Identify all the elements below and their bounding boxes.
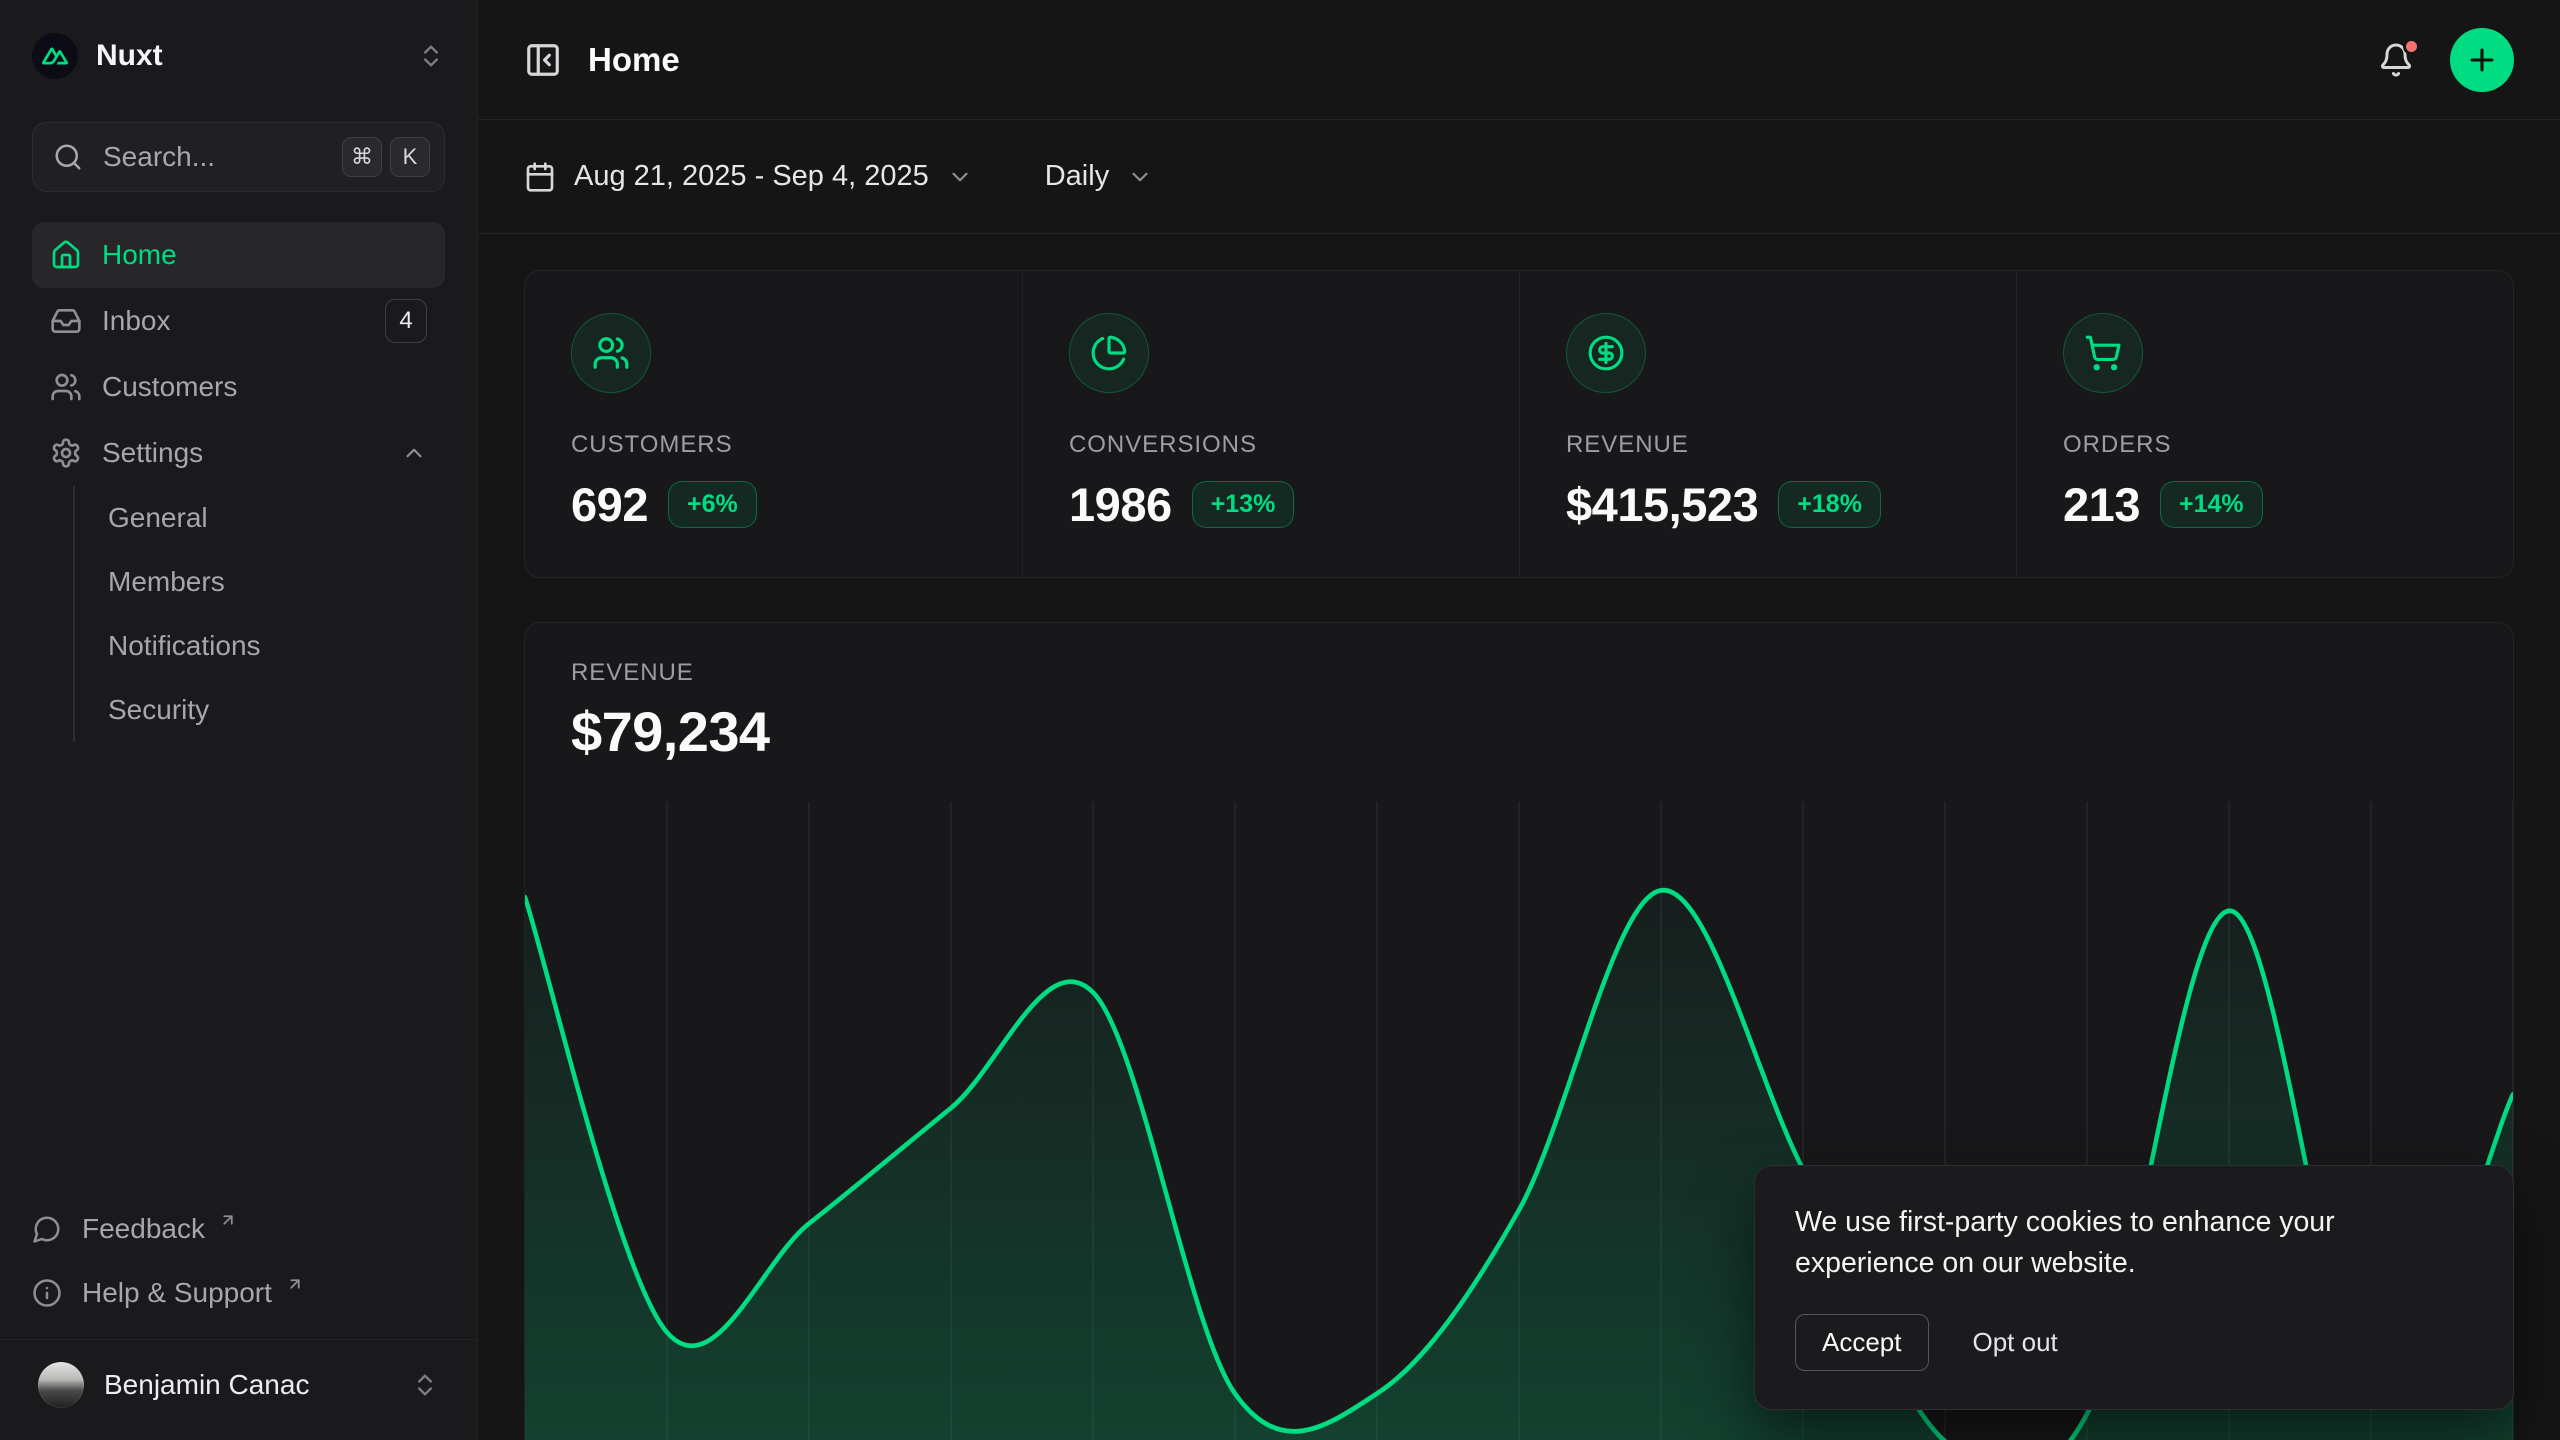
inbox-icon <box>50 305 82 337</box>
stat-card-conversions[interactable]: CONVERSIONS 1986 +13% <box>1022 271 1519 577</box>
granularity-value: Daily <box>1045 160 1109 193</box>
stats-row: CUSTOMERS 692 +6% CONVERSIONS 1986 +13% <box>524 270 2514 578</box>
stat-value: 213 <box>2063 477 2140 532</box>
users-icon <box>571 313 651 393</box>
sidebar-item-members[interactable]: Members <box>75 550 445 614</box>
chevrons-up-down-icon <box>417 42 445 70</box>
inbox-count-badge: 4 <box>385 299 427 343</box>
sidebar-item-inbox[interactable]: Inbox 4 <box>32 288 445 354</box>
nuxt-logo-icon <box>32 33 78 79</box>
sidebar-item-help-support[interactable]: Help & Support <box>32 1261 445 1325</box>
stat-card-orders[interactable]: ORDERS 213 +14% <box>2016 271 2513 577</box>
revenue-label: REVENUE <box>571 659 2467 687</box>
plus-icon <box>2465 43 2499 77</box>
search-icon <box>53 142 83 172</box>
house-icon <box>50 239 82 271</box>
subnav-label: Notifications <box>108 630 261 662</box>
revenue-panel-header: REVENUE $79,234 <box>525 623 2513 764</box>
search-shortcut: ⌘ K <box>342 137 430 177</box>
filter-toolbar: Aug 21, 2025 - Sep 4, 2025 Daily <box>478 120 2560 234</box>
user-name: Benjamin Canac <box>104 1369 309 1401</box>
stat-card-revenue[interactable]: REVENUE $415,523 +18% <box>1519 271 2016 577</box>
arrow-up-right-icon <box>219 1211 237 1229</box>
sidebar-item-label: Home <box>102 239 177 271</box>
revenue-total: $79,234 <box>571 699 2467 764</box>
page-title: Home <box>588 41 680 79</box>
subnav-label: Members <box>108 566 225 598</box>
add-button[interactable] <box>2450 28 2514 92</box>
kbd-k: K <box>390 137 430 177</box>
stat-delta-badge: +14% <box>2160 481 2263 528</box>
search-placeholder: Search... <box>103 141 322 173</box>
sidebar-item-settings[interactable]: Settings <box>32 420 445 486</box>
sidebar-item-label: Customers <box>102 371 237 403</box>
accept-button[interactable]: Accept <box>1795 1314 1929 1371</box>
dashboard-app: Nuxt Search... ⌘ K Home <box>0 0 2560 1440</box>
workspace-name: Nuxt <box>96 39 163 73</box>
user-avatar <box>38 1362 84 1408</box>
chevron-down-icon <box>1127 164 1153 190</box>
stat-delta-badge: +13% <box>1192 481 1295 528</box>
notification-dot <box>2403 38 2420 55</box>
stat-card-customers[interactable]: CUSTOMERS 692 +6% <box>525 271 1022 577</box>
sidebar-item-home[interactable]: Home <box>32 222 445 288</box>
top-header: Home <box>478 0 2560 120</box>
stat-delta-badge: +18% <box>1778 481 1881 528</box>
arrow-up-right-icon <box>286 1275 304 1293</box>
panel-left-close-icon <box>524 41 562 79</box>
chevron-down-icon <box>947 164 973 190</box>
stat-label: REVENUE <box>1566 431 1970 459</box>
sidebar-item-security[interactable]: Security <box>75 678 445 742</box>
stat-value: 692 <box>571 477 648 532</box>
kbd-cmd: ⌘ <box>342 137 382 177</box>
sidebar-item-feedback[interactable]: Feedback <box>32 1197 445 1261</box>
granularity-select[interactable]: Daily <box>1045 160 1153 193</box>
calendar-icon <box>524 161 556 193</box>
sidebar: Nuxt Search... ⌘ K Home <box>0 0 478 1440</box>
gear-icon <box>50 437 82 469</box>
stat-label: CUSTOMERS <box>571 431 976 459</box>
stat-label: ORDERS <box>2063 431 2467 459</box>
header-actions <box>2378 28 2514 92</box>
notifications-button[interactable] <box>2378 42 2414 78</box>
message-circle-icon <box>32 1214 62 1244</box>
cookie-message: We use first-party cookies to enhance yo… <box>1795 1202 2415 1284</box>
date-range-value: Aug 21, 2025 - Sep 4, 2025 <box>574 160 929 193</box>
cookie-actions: Accept Opt out <box>1795 1314 2473 1371</box>
search-input[interactable]: Search... ⌘ K <box>32 122 445 192</box>
cookie-banner: We use first-party cookies to enhance yo… <box>1754 1165 2514 1410</box>
footer-link-label: Feedback <box>82 1213 205 1245</box>
info-circle-icon <box>32 1278 62 1308</box>
user-menu[interactable]: Benjamin Canac <box>32 1340 445 1434</box>
sidebar-item-notifications[interactable]: Notifications <box>75 614 445 678</box>
workspace-switcher[interactable]: Nuxt <box>32 28 445 84</box>
circle-dollar-icon <box>1566 313 1646 393</box>
sidebar-collapse-button[interactable] <box>524 41 562 79</box>
settings-subnav: General Members Notifications Security <box>73 486 445 742</box>
footer-link-label: Help & Support <box>82 1277 272 1309</box>
shopping-cart-icon <box>2063 313 2143 393</box>
sidebar-nav: Home Inbox 4 Customers Settings <box>32 222 445 742</box>
optout-button[interactable]: Opt out <box>1973 1327 2058 1358</box>
subnav-label: General <box>108 502 208 534</box>
date-range-picker[interactable]: Aug 21, 2025 - Sep 4, 2025 <box>524 160 973 193</box>
stat-value: $415,523 <box>1566 477 1758 532</box>
sidebar-item-label: Inbox <box>102 305 171 337</box>
chevrons-up-down-icon <box>411 1371 439 1399</box>
sidebar-item-general[interactable]: General <box>75 486 445 550</box>
stat-label: CONVERSIONS <box>1069 431 1473 459</box>
chevron-up-icon <box>401 440 427 466</box>
subnav-label: Security <box>108 694 209 726</box>
sidebar-item-label: Settings <box>102 437 203 469</box>
pie-chart-icon <box>1069 313 1149 393</box>
sidebar-item-customers[interactable]: Customers <box>32 354 445 420</box>
stat-value: 1986 <box>1069 477 1172 532</box>
stat-delta-badge: +6% <box>668 481 757 528</box>
users-icon <box>50 371 82 403</box>
sidebar-footer: Feedback Help & Support Benjamin Canac <box>32 1197 445 1440</box>
